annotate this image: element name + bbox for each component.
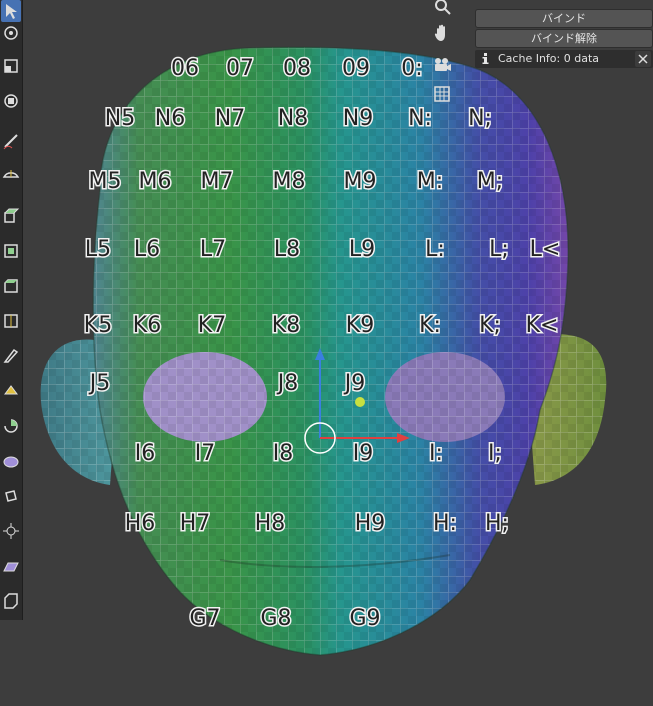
uv-label: J8 xyxy=(276,371,299,396)
loop-cut-icon[interactable] xyxy=(1,310,21,332)
spin-icon[interactable] xyxy=(1,415,21,437)
uv-label: M6 xyxy=(139,169,172,194)
uv-label: N8 xyxy=(278,106,308,131)
uv-label: 0: xyxy=(401,56,422,81)
uv-label: M9 xyxy=(344,169,377,194)
uv-label: K7 xyxy=(198,313,226,338)
bevel-icon[interactable] xyxy=(1,275,21,297)
uv-label: H7 xyxy=(180,511,211,536)
close-icon[interactable] xyxy=(635,51,651,67)
face-mesh: 06 07 08 09 0: N5 N6 N7 N8 N9 N: N; M5 M6 M7 M8 M9 M: M; L5… xyxy=(40,46,607,656)
uv-label: L; xyxy=(489,237,509,262)
uv-label: H8 xyxy=(255,511,286,536)
head-surface xyxy=(93,47,569,656)
uv-label: N5 xyxy=(105,106,135,131)
uv-label: N: xyxy=(408,106,432,131)
uv-label: G7 xyxy=(189,606,220,631)
uv-label: I9 xyxy=(353,441,374,466)
shrink-fatten-icon[interactable] xyxy=(1,520,21,542)
info-icon xyxy=(482,53,489,64)
annotate-icon[interactable] xyxy=(1,130,21,152)
uv-label: G8 xyxy=(260,606,291,631)
tool-shelf xyxy=(0,0,23,620)
cursor-icon[interactable] xyxy=(1,0,21,22)
uv-label: J9 xyxy=(343,371,366,396)
transform-icon[interactable] xyxy=(1,90,21,112)
uv-label: L5 xyxy=(85,237,111,262)
uv-label: K; xyxy=(479,313,501,338)
scale-icon[interactable] xyxy=(1,55,21,77)
uv-label: L8 xyxy=(274,237,300,262)
shear-icon[interactable] xyxy=(1,555,21,577)
uv-label: M: xyxy=(417,169,443,194)
uv-label: L6 xyxy=(134,237,160,262)
uv-label: I; xyxy=(488,441,502,466)
uv-label: N7 xyxy=(215,106,245,131)
extrude-region-icon[interactable] xyxy=(1,205,21,227)
uv-label: L: xyxy=(425,237,445,262)
uv-label: L< xyxy=(530,237,561,262)
uv-label: K5 xyxy=(84,313,112,338)
uv-label: N9 xyxy=(343,106,373,131)
uv-label: 09 xyxy=(342,56,370,81)
bind-button[interactable]: バインド xyxy=(475,9,653,28)
uv-label: K< xyxy=(526,313,559,338)
cache-info-row: Cache Info: 0 data xyxy=(475,50,653,68)
move-icon[interactable] xyxy=(1,22,21,44)
uv-label: H: xyxy=(433,511,457,536)
uv-label: L7 xyxy=(200,237,226,262)
uv-label: K: xyxy=(419,313,441,338)
uv-label: I7 xyxy=(195,441,216,466)
uv-label: I6 xyxy=(135,441,156,466)
uv-label: M5 xyxy=(89,169,122,194)
uv-label: M8 xyxy=(273,169,306,194)
knife-icon[interactable] xyxy=(1,345,21,367)
uv-label: L9 xyxy=(349,237,375,262)
uv-label: J5 xyxy=(88,371,111,396)
uv-label: H6 xyxy=(125,511,156,536)
edge-slide-icon[interactable] xyxy=(1,485,21,507)
unbind-button[interactable]: バインド解除 xyxy=(475,29,653,48)
camera-icon[interactable] xyxy=(430,53,454,77)
uv-label: 08 xyxy=(283,56,311,81)
uv-label: K6 xyxy=(133,313,161,338)
uv-label: M; xyxy=(477,169,503,194)
uv-label: 06 xyxy=(171,56,199,81)
grid-ortho-icon[interactable] xyxy=(430,82,454,106)
uv-label: I8 xyxy=(273,441,294,466)
zoom-icon[interactable] xyxy=(430,0,454,18)
uv-label: I: xyxy=(429,441,443,466)
uv-label: M7 xyxy=(201,169,234,194)
cache-info-text: Cache Info: 0 data xyxy=(498,52,599,65)
inset-faces-icon[interactable] xyxy=(1,240,21,262)
uv-label: K9 xyxy=(346,313,374,338)
measure-icon[interactable] xyxy=(1,160,21,182)
3d-viewport[interactable]: 06 07 08 09 0: N5 N6 N7 N8 N9 N: N; M5 M6 M7 M8 M9 M: M; L5… xyxy=(0,0,653,706)
rip-region-icon[interactable] xyxy=(1,590,21,612)
uv-label: G9 xyxy=(349,606,380,631)
gizmo-y-dot xyxy=(355,397,365,407)
hand-pan-icon[interactable] xyxy=(430,21,454,45)
uv-label: H; xyxy=(485,511,509,536)
uv-label: K8 xyxy=(272,313,300,338)
uv-label: N; xyxy=(468,106,492,131)
uv-label: H9 xyxy=(355,511,386,536)
poly-build-icon[interactable] xyxy=(1,380,21,402)
smooth-icon[interactable] xyxy=(1,450,21,472)
uv-label: 07 xyxy=(226,56,254,81)
uv-label: N6 xyxy=(155,106,185,131)
